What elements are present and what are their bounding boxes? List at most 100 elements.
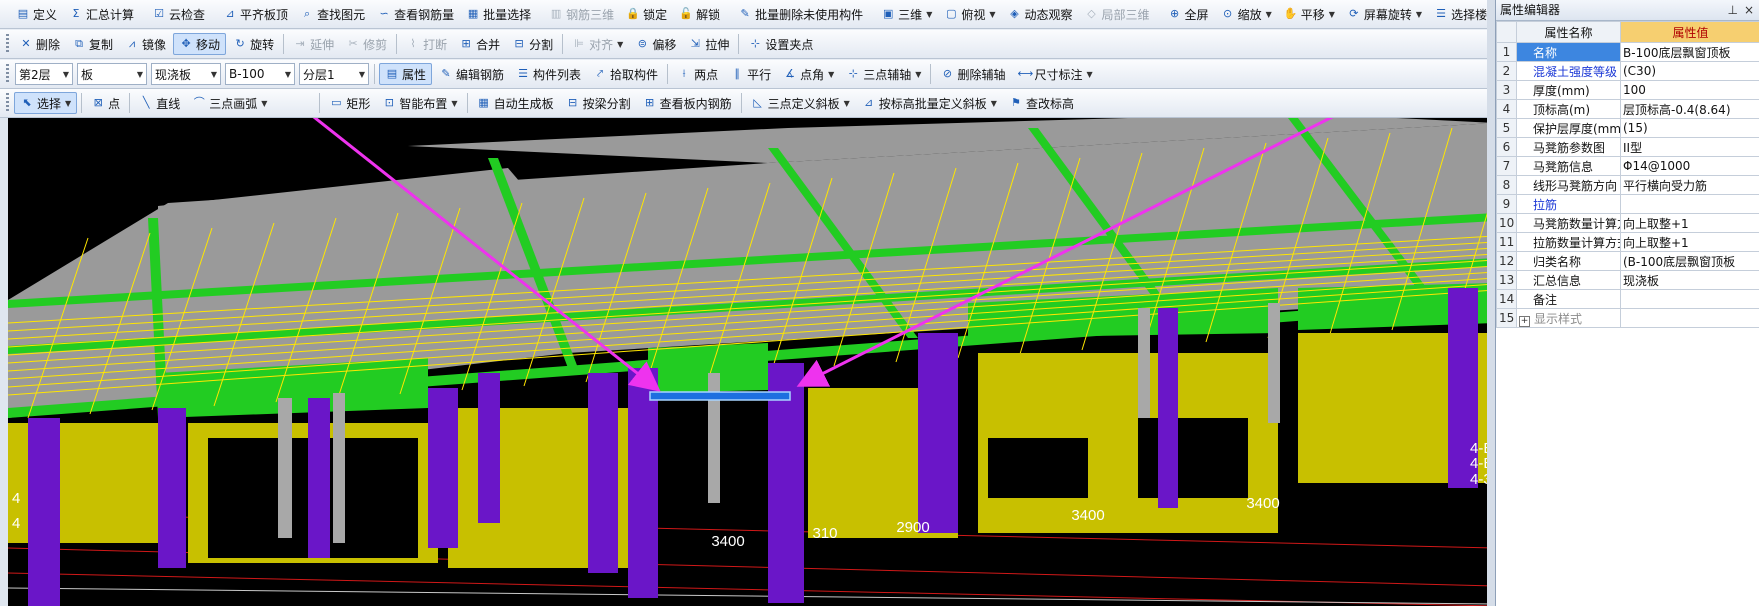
- property-value[interactable]: [1620, 289, 1759, 309]
- chevron-down-icon[interactable]: ▼: [285, 70, 291, 79]
- selected-slab-highlight[interactable]: [649, 391, 791, 401]
- 3d-model-viewport[interactable]: 3400 310 2900 3400 3400 4-E 4-E 4-3 4 4: [8, 118, 1495, 606]
- 3d-view-button[interactable]: ▣ 三维 ▼: [876, 3, 937, 25]
- top-view-button[interactable]: ▢ 俯视 ▼: [939, 3, 1000, 25]
- rotate-button[interactable]: ↻ 旋转: [228, 33, 279, 55]
- chevron-down-icon[interactable]: ▼: [137, 70, 143, 79]
- component-list-button[interactable]: ☰ 构件列表: [511, 63, 586, 85]
- zoom-button[interactable]: ⊙ 缩放 ▼: [1216, 3, 1277, 25]
- property-value[interactable]: 向上取整+1: [1620, 213, 1759, 233]
- property-row[interactable]: 4 顶标高(m) 层顶标高-0.4(8.64): [1496, 99, 1759, 119]
- property-value[interactable]: 平行横向受力筋: [1620, 175, 1759, 195]
- grip-point-button[interactable]: ⊹ 设置夹点: [743, 33, 818, 55]
- delete-aux-button[interactable]: ⊘ 删除辅轴: [935, 63, 1010, 85]
- property-row[interactable]: 9 拉筋: [1496, 194, 1759, 214]
- three-point-arc-button[interactable]: ⌒ 三点画弧 ▼: [187, 92, 272, 114]
- sigma-button[interactable]: Σ 汇总计算: [64, 3, 139, 25]
- chevron-down-icon[interactable]: ▼: [1416, 10, 1422, 19]
- property-value[interactable]: 现浇板: [1620, 270, 1759, 290]
- panel-splitter[interactable]: [1487, 0, 1495, 606]
- chevron-down-icon[interactable]: ▼: [926, 10, 932, 19]
- property-value[interactable]: (B-100底层飘窗顶板: [1620, 251, 1759, 271]
- view-rebar-qty-button[interactable]: ∽ 查看钢筋量: [372, 3, 459, 25]
- property-row[interactable]: 13 汇总信息 现浇板: [1496, 270, 1759, 290]
- select-button[interactable]: ⬉ 选择 ▼: [14, 92, 78, 114]
- split-by-beam-button[interactable]: ⊟ 按梁分割: [561, 92, 636, 114]
- slab-top-align-button[interactable]: ⊿ 平齐板顶: [218, 3, 293, 25]
- chevron-down-icon[interactable]: ▼: [1086, 70, 1092, 79]
- chevron-down-icon[interactable]: ▼: [451, 99, 457, 108]
- layer-select[interactable]: 分层1 ▼: [299, 63, 369, 85]
- mirror-button[interactable]: ⩘ 镜像: [120, 33, 171, 55]
- property-row[interactable]: 2 混凝土强度等级 (C30): [1496, 61, 1759, 81]
- point-angle-button[interactable]: ∡ 点角 ▼: [778, 63, 839, 85]
- pick-component-button[interactable]: ⤤ 拾取构件: [588, 63, 663, 85]
- smart-layout-button[interactable]: ⊡ 智能布置 ▼: [377, 92, 462, 114]
- screen-rotate-button[interactable]: ⟳ 屏幕旋转 ▼: [1342, 3, 1427, 25]
- property-value[interactable]: Φ14@1000: [1620, 156, 1759, 176]
- property-row[interactable]: 3 厚度(mm) 100: [1496, 80, 1759, 100]
- close-icon[interactable]: ×: [1744, 0, 1754, 20]
- property-value[interactable]: (C30): [1620, 61, 1759, 81]
- three-point-slope-button[interactable]: ◺ 三点定义斜板 ▼: [746, 92, 855, 114]
- define-button[interactable]: ▤ 定义: [11, 3, 62, 25]
- chevron-down-icon[interactable]: ▼: [991, 99, 997, 108]
- copy-button[interactable]: ⧉ 复制: [67, 33, 118, 55]
- floor-select[interactable]: 第2层 ▼: [15, 63, 73, 85]
- property-row[interactable]: 7 马凳筋信息 Φ14@1000: [1496, 156, 1759, 176]
- properties-button[interactable]: ▤ 属性: [379, 63, 433, 85]
- property-value[interactable]: 100: [1620, 80, 1759, 100]
- two-point-button[interactable]: ⟊ 两点: [672, 63, 723, 85]
- parallel-button[interactable]: ∥ 平行: [725, 63, 776, 85]
- view-slab-rebar-button[interactable]: ⊞ 查看板内钢筋: [638, 92, 737, 114]
- model-scene[interactable]: 3400 310 2900340034004-E4-E4-344: [8, 118, 1495, 606]
- merge-button[interactable]: ⊞ 合并: [454, 33, 505, 55]
- property-row[interactable]: 11 拉筋数量计算方式 向上取整+1: [1496, 232, 1759, 252]
- property-value[interactable]: [1620, 308, 1759, 328]
- property-value[interactable]: [1620, 194, 1759, 214]
- property-row[interactable]: 15 + 显示样式: [1496, 308, 1759, 328]
- full-screen-button[interactable]: ⊕ 全屏: [1163, 3, 1214, 25]
- chevron-down-icon[interactable]: ▼: [989, 10, 995, 19]
- component-name-select[interactable]: B-100 ▼: [225, 63, 295, 85]
- stretch-button[interactable]: ⇲ 拉伸: [683, 33, 734, 55]
- check-elevation-button[interactable]: ⚑ 查改标高: [1004, 92, 1079, 114]
- chevron-down-icon[interactable]: ▼: [63, 70, 69, 79]
- chevron-down-icon[interactable]: ▼: [211, 70, 217, 79]
- batch-select-button[interactable]: ▦ 批量选择: [461, 3, 536, 25]
- auto-slab-button[interactable]: ▦ 自动生成板: [472, 92, 559, 114]
- pan-button[interactable]: ✋ 平移 ▼: [1279, 3, 1340, 25]
- delete-button[interactable]: ✕ 删除: [14, 33, 65, 55]
- find-element-button[interactable]: ⌕ 查找图元: [295, 3, 370, 25]
- property-row[interactable]: 12 归类名称 (B-100底层飘窗顶板: [1496, 251, 1759, 271]
- expand-plus-icon[interactable]: +: [1519, 315, 1530, 327]
- toolbar-grip[interactable]: [6, 34, 9, 54]
- property-row[interactable]: 6 马凳筋参数图 II型: [1496, 137, 1759, 157]
- cloud-check-button[interactable]: ☑ 云检查: [147, 3, 210, 25]
- component-type-select[interactable]: 板 ▼: [77, 63, 147, 85]
- dimension-button[interactable]: ⟷ 尺寸标注 ▼: [1012, 63, 1097, 85]
- dynamic-observe-button[interactable]: ◈ 动态观察: [1003, 3, 1078, 25]
- offset-button[interactable]: ⊜ 偏移: [630, 33, 681, 55]
- chevron-down-icon[interactable]: ▼: [828, 70, 834, 79]
- point-button[interactable]: ⊠ 点: [86, 92, 125, 114]
- line-button[interactable]: ╲ 直线: [134, 92, 185, 114]
- edit-rebar-button[interactable]: ✎ 编辑钢筋: [434, 63, 509, 85]
- toolbar-grip[interactable]: [6, 93, 9, 113]
- rectangle-button[interactable]: ▭ 矩形: [324, 92, 375, 114]
- select-floor-button[interactable]: ☰ 选择楼层: [1429, 3, 1495, 25]
- three-point-aux-button[interactable]: ⊹ 三点辅轴 ▼: [841, 63, 926, 85]
- chevron-down-icon[interactable]: ▼: [1329, 10, 1335, 19]
- toolbar-grip[interactable]: [6, 64, 9, 84]
- chevron-down-icon[interactable]: ▼: [261, 99, 267, 108]
- property-row[interactable]: 8 线形马凳筋方向 平行横向受力筋: [1496, 175, 1759, 195]
- property-row[interactable]: 10 马凳筋数量计算方 向上取整+1: [1496, 213, 1759, 233]
- lock-button[interactable]: 🔒 锁定: [621, 3, 672, 25]
- property-value[interactable]: (15): [1620, 118, 1759, 138]
- chevron-down-icon[interactable]: ▼: [1266, 10, 1272, 19]
- pin-icon[interactable]: ⊥: [1727, 0, 1737, 20]
- chevron-down-icon[interactable]: ▼: [617, 40, 623, 49]
- move-button[interactable]: ✥ 移动: [173, 33, 227, 55]
- property-value[interactable]: 向上取整+1: [1620, 232, 1759, 252]
- property-value[interactable]: 层顶标高-0.4(8.64): [1620, 99, 1759, 119]
